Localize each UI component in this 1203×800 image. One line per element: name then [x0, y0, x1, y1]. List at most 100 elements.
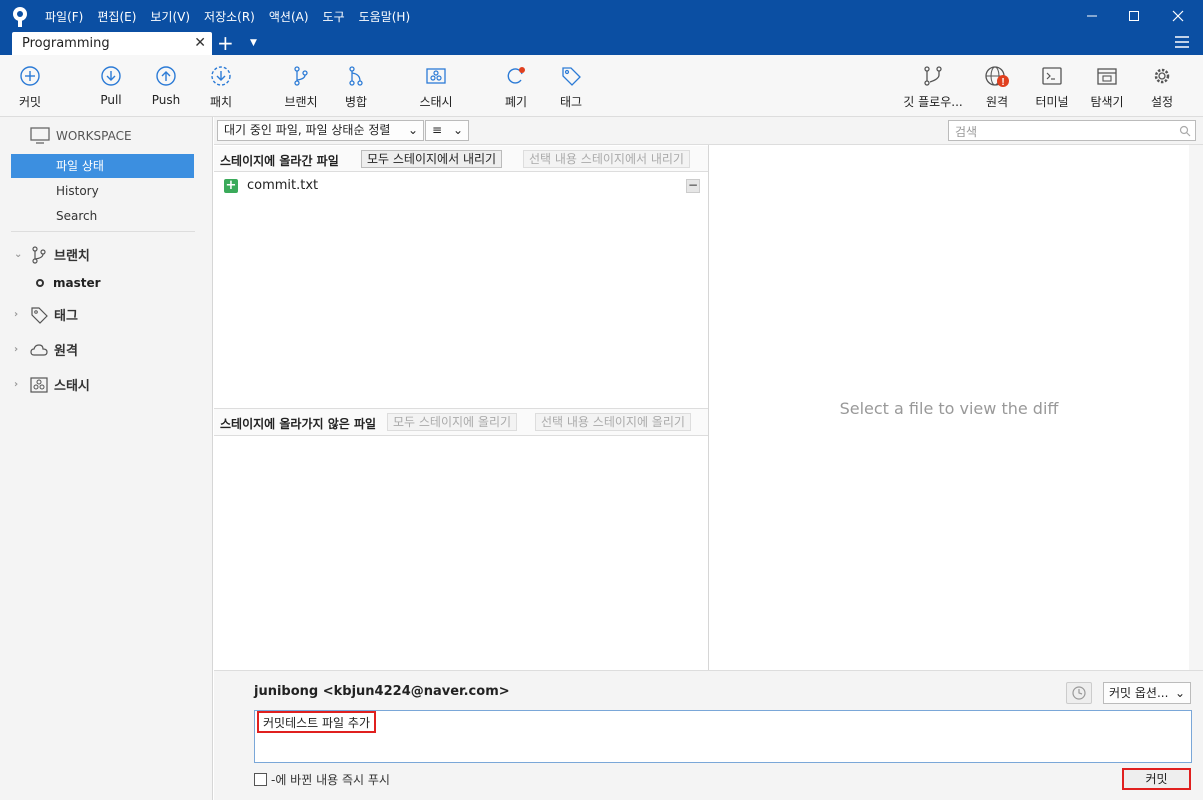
title-bar: 파일(F) 편집(E) 보기(V) 저장소(R) 액션(A) 도구 도움말(H)…: [0, 0, 1203, 55]
list-view-icon: ≡: [432, 123, 443, 137]
sourcetree-logo-icon: [13, 7, 27, 27]
commit-area: junibong <kbjun4224@naver.com> 커밋 옵션... …: [214, 670, 1203, 800]
sidebar-section-stashes[interactable]: › 스태시: [14, 375, 90, 394]
branch-master[interactable]: master: [36, 276, 101, 290]
stash-button[interactable]: 스태시: [406, 65, 466, 110]
push-checkbox-label: -에 바뀐 내용 즉시 푸시: [271, 773, 390, 787]
tags-label: 태그: [54, 309, 78, 324]
list-item[interactable]: + commit.txt: [224, 178, 318, 193]
sidebar-item-file-status[interactable]: 파일 상태: [11, 154, 194, 178]
file-added-icon: +: [224, 177, 238, 193]
stash-icon: [426, 68, 446, 84]
fetch-icon: [211, 66, 231, 86]
view-mode-dropdown[interactable]: ≡ ⌄: [425, 120, 469, 141]
menu-file[interactable]: 파일(F): [38, 6, 90, 27]
search-input[interactable]: 검색: [948, 120, 1196, 141]
remote-button[interactable]: ! 원격: [967, 65, 1027, 110]
branch-button[interactable]: 브랜치: [271, 65, 331, 110]
chevron-down-icon: ⌄: [14, 249, 23, 260]
explorer-button[interactable]: 탐색기: [1077, 65, 1137, 110]
menu-tools[interactable]: 도구: [316, 6, 352, 27]
branches-label: 브랜치: [54, 249, 90, 264]
workspace-header: WORKSPACE: [30, 127, 132, 145]
terminal-button[interactable]: 터미널: [1022, 65, 1082, 110]
search-placeholder: 검색: [955, 125, 978, 139]
push-immediately-option[interactable]: -에 바뀐 내용 즉시 푸시: [254, 771, 390, 788]
arrow-down-circle-icon: [101, 66, 121, 86]
close-window-button[interactable]: [1156, 4, 1200, 28]
repo-tab[interactable]: Programming ✕: [12, 32, 212, 55]
merge-button[interactable]: 병합: [326, 65, 386, 110]
stash-icon: [30, 376, 48, 393]
staged-file-list: + commit.txt −: [214, 172, 708, 408]
hamburger-menu-icon[interactable]: [1175, 36, 1189, 48]
arrow-up-circle-icon: [156, 66, 176, 86]
commit-toolbar-label: 커밋: [18, 95, 42, 109]
commit-options-label: 커밋 옵션...: [1109, 686, 1169, 700]
maximize-icon: [1129, 11, 1139, 21]
staged-panel-header: 스테이지에 올라간 파일 모두 스테이지에서 내리기 선택 내용 스테이지에서 …: [214, 146, 708, 172]
unstaged-title: 스테이지에 올라가지 않은 파일: [220, 417, 377, 431]
pull-button[interactable]: Pull: [81, 65, 141, 107]
git-flow-label: 깃 플로우...: [903, 95, 963, 109]
maximize-button[interactable]: [1112, 4, 1156, 28]
settings-label: 설정: [1150, 95, 1174, 109]
unstage-file-button[interactable]: −: [686, 179, 700, 193]
tag-button[interactable]: 태그: [541, 65, 601, 110]
menu-help[interactable]: 도움말(H): [352, 6, 418, 27]
sort-dropdown[interactable]: 대기 중인 파일, 파일 상태순 정렬 ⌄: [217, 120, 424, 141]
sidebar-section-branches[interactable]: ⌄ 브랜치: [14, 245, 90, 264]
tag-label: 태그: [559, 95, 583, 109]
commit-message-field[interactable]: 커밋테스트 파일 추가: [254, 710, 1192, 763]
branch-icon: [294, 66, 308, 86]
commit-author: junibong <kbjun4224@naver.com>: [254, 684, 510, 699]
branch-icon: [32, 245, 46, 264]
fetch-button[interactable]: 패치: [191, 65, 251, 110]
unstage-selected-button[interactable]: 선택 내용 스테이지에서 내리기: [523, 150, 690, 168]
sidebar-item-history[interactable]: History: [11, 179, 194, 203]
sidebar-section-remotes[interactable]: › 원격: [14, 340, 78, 359]
chevron-down-icon: ⌄: [452, 123, 463, 137]
menu-edit[interactable]: 편집(E): [90, 6, 143, 27]
terminal-label: 터미널: [1035, 95, 1069, 109]
sidebar-item-search[interactable]: Search: [11, 204, 194, 228]
commit-message-text: 커밋테스트 파일 추가: [257, 711, 376, 733]
merge-icon: [349, 66, 363, 86]
remote-label: 원격: [985, 95, 1009, 109]
chevron-down-icon: ⌄: [1174, 686, 1185, 700]
sidebar-section-tags[interactable]: › 태그: [14, 305, 78, 324]
svg-text:!: !: [1001, 77, 1004, 88]
push-button[interactable]: Push: [136, 65, 196, 107]
minimize-button[interactable]: [1070, 4, 1114, 28]
menu-view[interactable]: 보기(V): [143, 6, 197, 27]
chevron-down-icon: ⌄: [407, 123, 418, 137]
menu-repository[interactable]: 저장소(R): [197, 6, 262, 27]
discard-icon: [507, 67, 525, 84]
gear-icon: [1154, 68, 1170, 84]
discard-button[interactable]: 폐기: [486, 65, 546, 110]
menu-bar: 파일(F) 편집(E) 보기(V) 저장소(R) 액션(A) 도구 도움말(H): [38, 6, 417, 27]
diff-scrollbar[interactable]: [1189, 145, 1203, 670]
commit-history-button[interactable]: [1066, 682, 1092, 704]
pull-label: Pull: [100, 93, 122, 107]
menu-actions[interactable]: 액션(A): [262, 6, 316, 27]
settings-button[interactable]: 설정: [1132, 65, 1192, 110]
chevron-right-icon: ›: [14, 309, 19, 320]
cloud-icon: [30, 343, 48, 356]
commit-options-dropdown[interactable]: 커밋 옵션... ⌄: [1103, 682, 1191, 704]
remotes-label: 원격: [54, 344, 78, 359]
push-checkbox[interactable]: [254, 773, 267, 786]
stage-selected-button[interactable]: 선택 내용 스테이지에 올리기: [535, 413, 691, 431]
tab-close-icon[interactable]: ✕: [194, 35, 206, 51]
tab-dropdown-icon[interactable]: ▼: [250, 38, 257, 48]
commit-toolbar-button[interactable]: 커밋: [0, 65, 60, 110]
commit-button[interactable]: 커밋: [1122, 768, 1191, 790]
stage-all-button[interactable]: 모두 스테이지에 올리기: [387, 413, 518, 431]
tag-icon: [31, 306, 48, 324]
new-tab-icon[interactable]: +: [217, 32, 234, 54]
search-icon: [1179, 125, 1191, 137]
explorer-label: 탐색기: [1090, 95, 1124, 109]
unstage-all-button[interactable]: 모두 스테이지에서 내리기: [361, 150, 503, 168]
git-flow-button[interactable]: 깃 플로우...: [897, 65, 969, 110]
chevron-right-icon: ›: [14, 344, 19, 355]
